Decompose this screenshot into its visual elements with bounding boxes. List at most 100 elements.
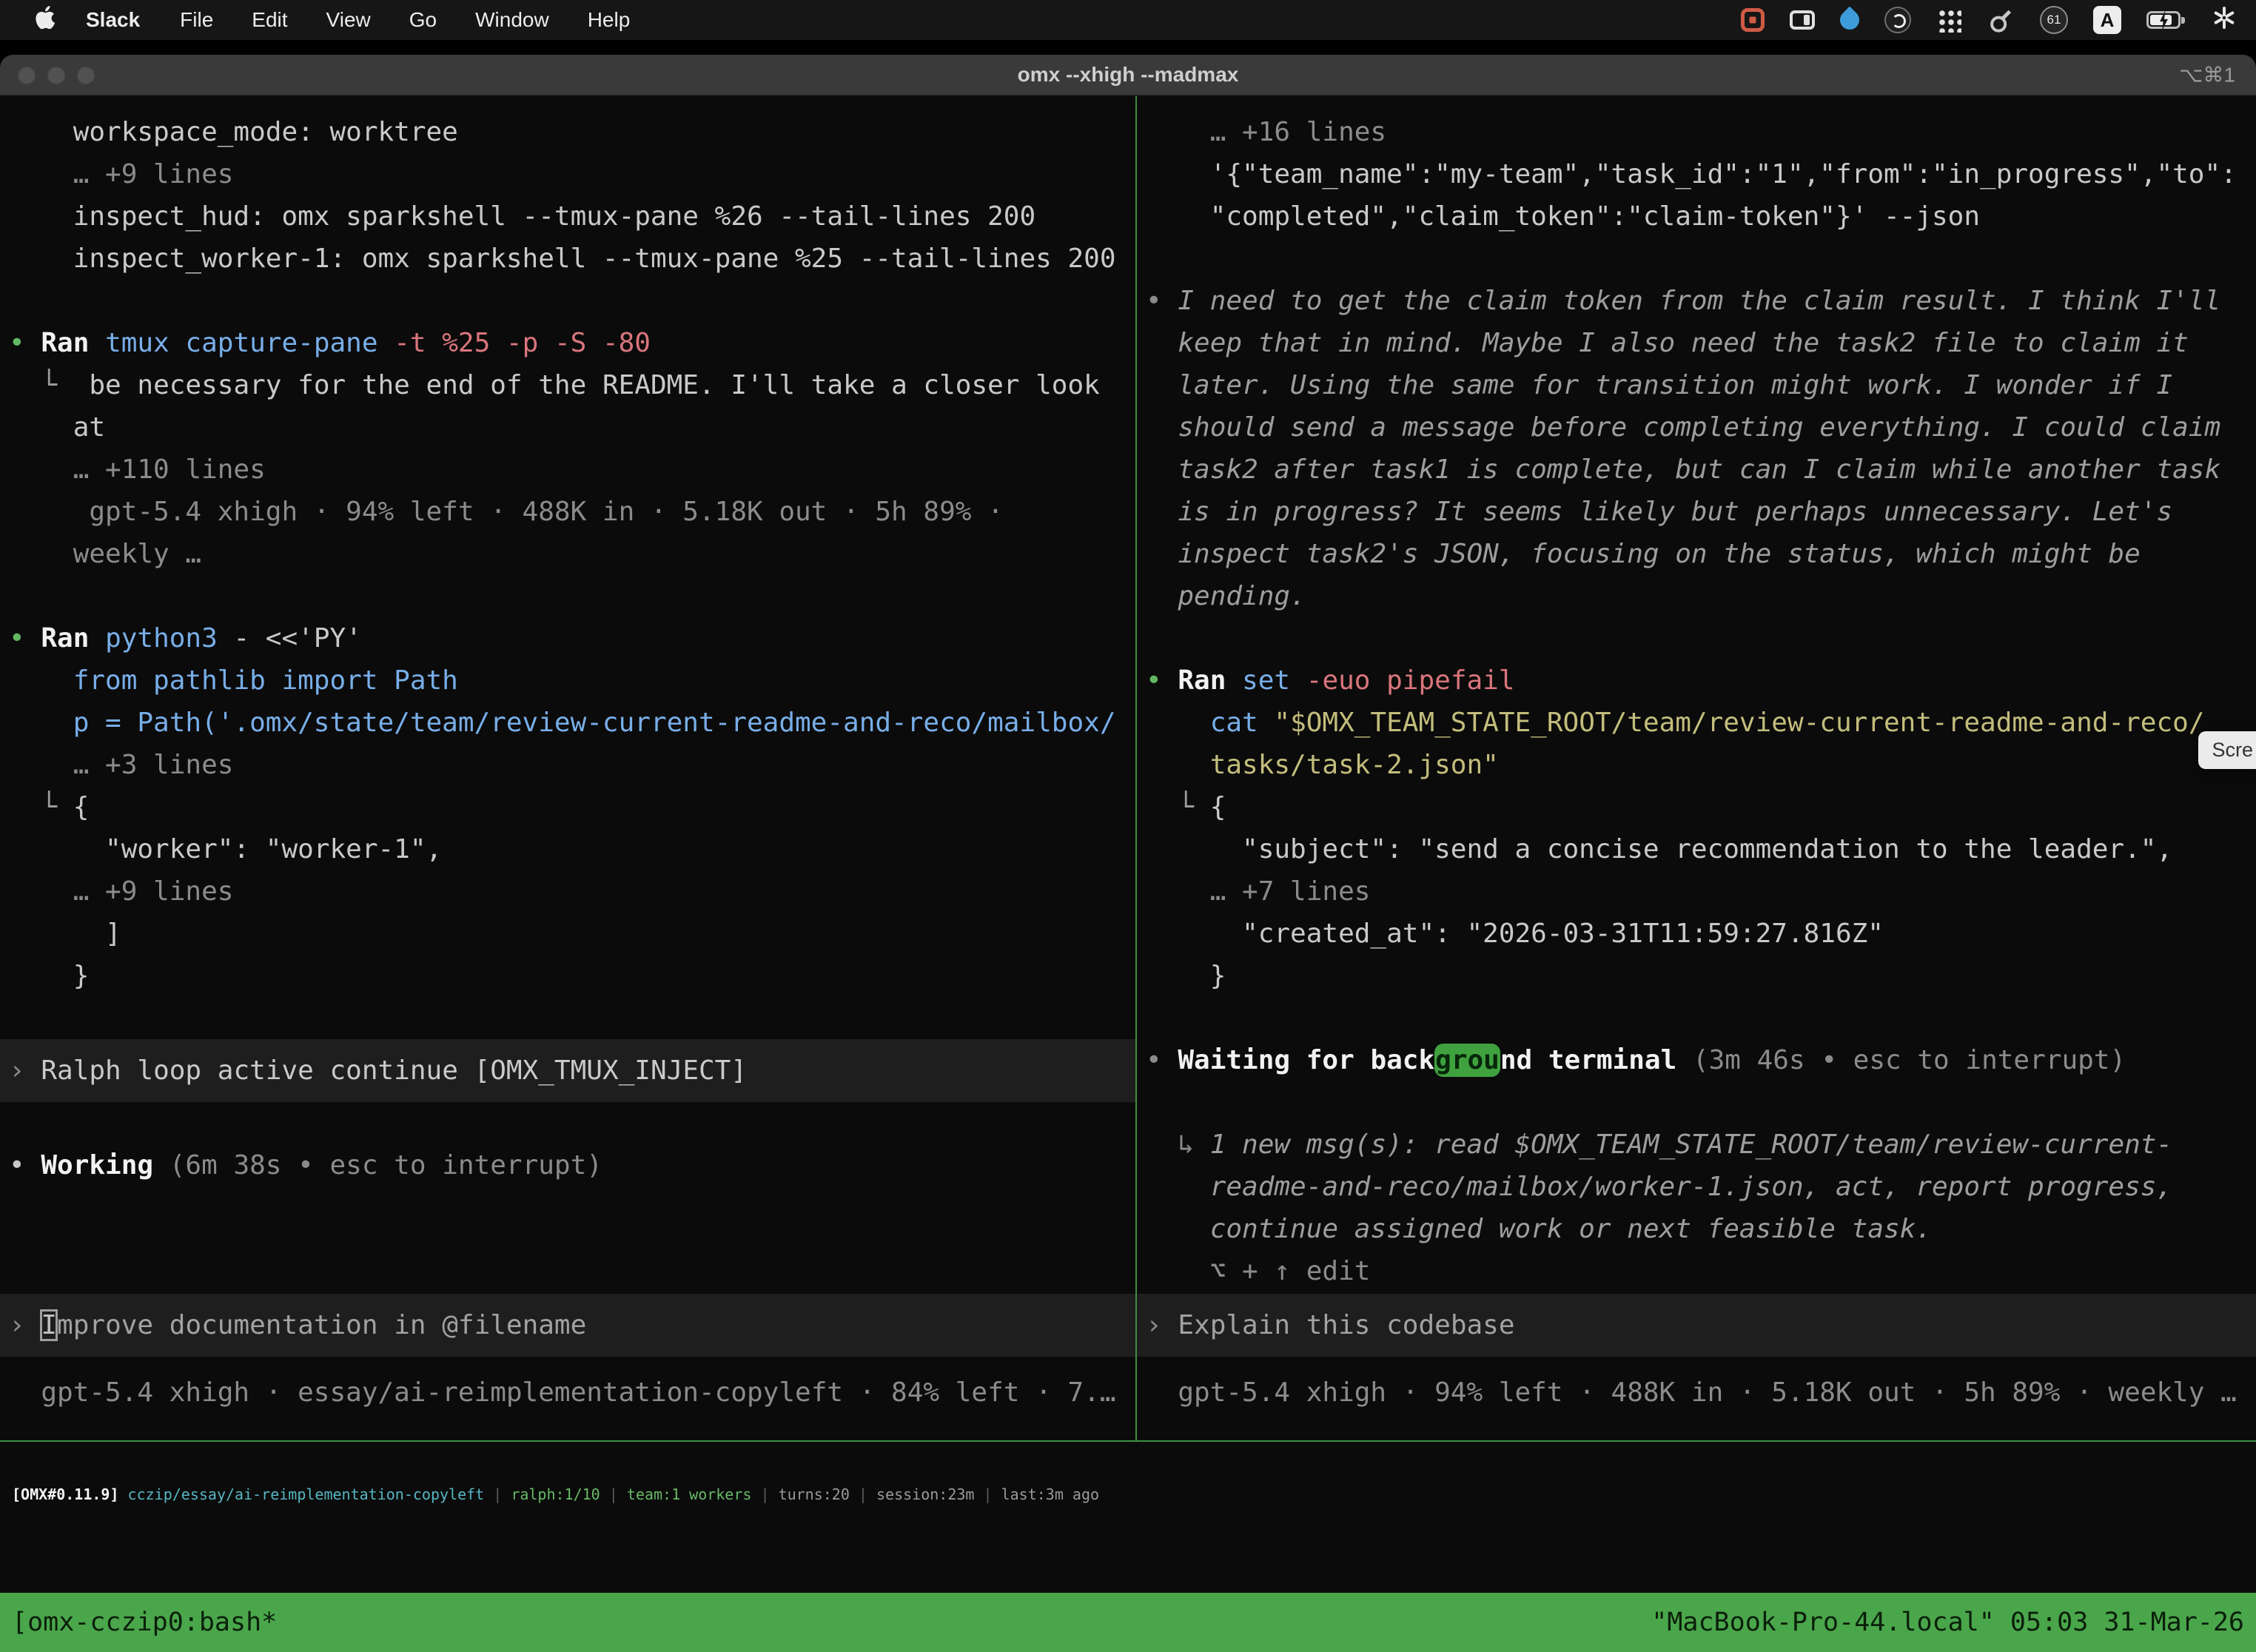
suggestion-bar[interactable]: › Improve documentation in @filename — [0, 1294, 1135, 1357]
menu-bar-status-area: 61 A — [1741, 5, 2237, 36]
terminal-line: continue assigned work or next feasible … — [1137, 1208, 2256, 1250]
terminal-line: is in progress? It seems likely but perh… — [1137, 491, 2256, 533]
terminal-line: └ be necessary for the end of the README… — [0, 364, 1135, 406]
menu-file[interactable]: File — [161, 8, 232, 32]
tmux-panes: workspace_mode: worktree… +9 linesinspec… — [0, 96, 2256, 1442]
terminal-line: tasks/task-2.json" — [1137, 744, 2256, 786]
terminal: workspace_mode: worktree… +9 linesinspec… — [0, 96, 2256, 1652]
omx-turns: turns:20 — [779, 1485, 850, 1503]
terminal-line: task2 after task1 is complete, but can I… — [1137, 449, 2256, 491]
terminal-line: └ { — [1137, 786, 2256, 828]
fan-icon[interactable] — [2212, 5, 2237, 36]
suggestion-bar[interactable]: › Explain this codebase — [1137, 1294, 2256, 1357]
close-button[interactable] — [18, 67, 36, 84]
terminal-line: gpt-5.4 xhigh · essay/ai-reimplementatio… — [0, 1371, 1135, 1414]
terminal-line: ] — [0, 913, 1135, 955]
omx-version: [OMX#0.11.9] — [12, 1485, 119, 1503]
omx-status-line: [OMX#0.11.9] cczip/essay/ai-reimplementa… — [0, 1442, 2256, 1593]
terminal-line: should send a message before completing … — [1137, 406, 2256, 449]
window-titlebar[interactable]: omx --xhigh --madmax ⌥⌘1 — [0, 55, 2256, 96]
traffic-lights — [18, 67, 95, 84]
terminal-line: "worker": "worker-1", — [0, 828, 1135, 870]
screenshot-tooltip[interactable]: Scre — [2198, 731, 2256, 769]
omx-last-activity: last:3m ago — [1001, 1485, 1099, 1503]
key-icon[interactable] — [1981, 0, 2021, 40]
terminal-blank-line — [0, 280, 1135, 322]
terminal-line: • Working (6m 38s • esc to interrupt) — [0, 1144, 1135, 1186]
omx-ralph-counter: ralph:1/10 — [511, 1485, 600, 1503]
terminal-line: cat "$OMX_TEAM_STATE_ROOT/team/review-cu… — [1137, 702, 2256, 744]
terminal-line: later. Using the same for transition mig… — [1137, 364, 2256, 406]
apple-icon — [36, 6, 55, 35]
minimize-button[interactable] — [47, 67, 65, 84]
terminal-line: '{"team_name":"my-team","task_id":"1","f… — [1137, 153, 2256, 195]
menu-view[interactable]: View — [307, 8, 390, 32]
menu-edit[interactable]: Edit — [232, 8, 306, 32]
terminal-pane-left[interactable]: workspace_mode: worktree… +9 linesinspec… — [0, 96, 1137, 1440]
terminal-line: ↳ 1 new msg(s): read $OMX_TEAM_STATE_ROO… — [1137, 1124, 2256, 1166]
terminal-blank-line — [1137, 238, 2256, 280]
terminal-line: … +110 lines — [0, 449, 1135, 491]
terminal-blank-line — [1137, 997, 2256, 1039]
tmux-status-bar: [omx-cczip0:bash* "MacBook-Pro-44.local"… — [0, 1593, 2256, 1652]
terminal-line: "subject": "send a concise recommendatio… — [1137, 828, 2256, 870]
terminal-line: • Ran tmux capture-pane -t %25 -p -S -80 — [0, 322, 1135, 364]
terminal-line: … +9 lines — [0, 870, 1135, 913]
terminal-line: readme-and-reco/mailbox/worker-1.json, a… — [1137, 1166, 2256, 1208]
terminal-blank-line — [1137, 1081, 2256, 1124]
terminal-line: … +9 lines — [0, 153, 1135, 195]
dots-grid-icon[interactable] — [1936, 7, 1961, 33]
terminal-line: gpt-5.4 xhigh · 94% left · 488K in · 5.1… — [0, 491, 1135, 533]
terminal-line: weekly … — [0, 533, 1135, 575]
suggestion-bar[interactable]: › Ralph loop active continue [OMX_TMUX_I… — [0, 1039, 1135, 1102]
terminal-line: from pathlib import Path — [0, 659, 1135, 702]
window-title: omx --xhigh --madmax — [1018, 63, 1239, 87]
terminal-line: inspect_worker-1: omx sparkshell --tmux-… — [0, 238, 1135, 280]
screen: Slack File Edit View Go Window Help 61 A — [0, 0, 2256, 1652]
input-source-icon[interactable]: A — [2093, 6, 2121, 34]
raindrop-icon[interactable] — [1836, 7, 1864, 34]
omx-session-time: session:23m — [876, 1485, 974, 1503]
menu-help[interactable]: Help — [568, 8, 650, 32]
menu-bar: Slack File Edit View Go Window Help 61 A — [0, 0, 2256, 40]
screen-recording-indicator-icon[interactable] — [1741, 8, 1765, 32]
terminal-blank-line — [0, 1102, 1135, 1144]
terminal-blank-line — [0, 575, 1135, 617]
terminal-pane-right[interactable]: … +16 lines'{"team_name":"my-team","task… — [1137, 96, 2256, 1440]
apple-menu[interactable] — [25, 6, 65, 35]
omx-team-workers: team:1 workers — [627, 1485, 752, 1503]
terminal-line: pending. — [1137, 575, 2256, 617]
terminal-blank-line — [1137, 617, 2256, 659]
tmux-host-clock: "MacBook-Pro-44.local" 05:03 31-Mar-26 — [1651, 1608, 2244, 1637]
dark-app-icon[interactable] — [1884, 7, 1911, 33]
terminal-line: at — [0, 406, 1135, 449]
terminal-line: … +7 lines — [1137, 870, 2256, 913]
terminal-line: } — [1137, 955, 2256, 997]
omx-project-path: cczip/essay/ai-reimplementation-copyleft — [128, 1485, 485, 1503]
terminal-line: keep that in mind. Maybe I also need the… — [1137, 322, 2256, 364]
terminal-line: "created_at": "2026-03-31T11:59:27.816Z" — [1137, 913, 2256, 955]
terminal-line: … +16 lines — [1137, 111, 2256, 153]
tmux-session-name[interactable]: [omx-cczip0:bash* — [12, 1608, 277, 1637]
terminal-line: inspect task2's JSON, focusing on the st… — [1137, 533, 2256, 575]
window-shortcut-hint: ⌥⌘1 — [2179, 63, 2235, 87]
zoom-button[interactable] — [77, 67, 95, 84]
terminal-blank-line — [0, 997, 1135, 1039]
terminal-line: workspace_mode: worktree — [0, 111, 1135, 153]
badge-61-icon[interactable]: 61 — [2040, 6, 2068, 34]
pane-bottom-area: › Improve documentation in @filename gpt-… — [0, 1294, 1135, 1414]
menu-go[interactable]: Go — [390, 8, 456, 32]
terminal-line: • Ran python3 - <<'PY' — [0, 617, 1135, 659]
terminal-line: • Ran set -euo pipefail — [1137, 659, 2256, 702]
pane-bottom-area: › Explain this codebasegpt-5.4 xhigh · 9… — [1137, 1294, 2256, 1414]
terminal-line: "completed","claim_token":"claim-token"}… — [1137, 195, 2256, 238]
terminal-line: } — [0, 955, 1135, 997]
terminal-line: … +3 lines — [0, 744, 1135, 786]
terminal-line: p = Path('.omx/state/team/review-current… — [0, 702, 1135, 744]
terminal-line: └ { — [0, 786, 1135, 828]
menu-window[interactable]: Window — [456, 8, 568, 32]
window-tiling-icon[interactable] — [1790, 10, 1815, 30]
app-menu-slack[interactable]: Slack — [65, 8, 161, 32]
battery-icon[interactable] — [2146, 11, 2181, 29]
terminal-line: ⌥ + ↑ edit — [1137, 1250, 2256, 1292]
